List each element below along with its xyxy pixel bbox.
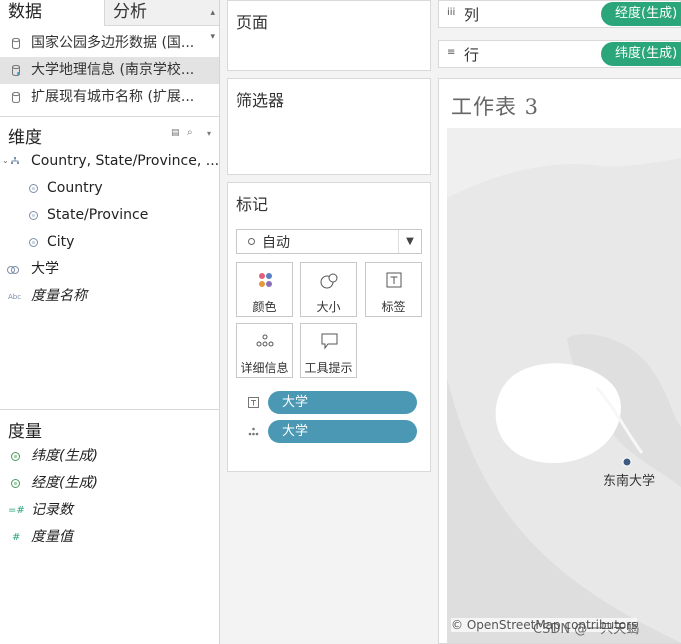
linked-globe-icon [7, 266, 19, 274]
label-label: 标签 [381, 300, 406, 314]
columns-icon: iii [447, 7, 456, 18]
field-label: 度量名称 [31, 288, 87, 304]
text-label-icon [248, 397, 259, 408]
detail-button[interactable]: 详细信息 [236, 323, 293, 378]
size-label: 大小 [316, 300, 341, 314]
tooltip-label: 工具提示 [304, 361, 353, 375]
datasource-item[interactable]: 扩展现有城市名称 (扩展... [0, 84, 219, 111]
tab-data-label: 数据 [8, 2, 42, 22]
mark-type-select[interactable]: 自动 ▼ [236, 229, 422, 254]
database-icon [12, 92, 20, 103]
collapse-icon[interactable]: ⌄ [2, 147, 9, 174]
columns-label: 列 [464, 6, 480, 24]
chevron-down-icon[interactable]: ▼ [398, 230, 421, 253]
pill-label: 纬度(生成) [615, 46, 678, 61]
circle-icon [248, 238, 255, 245]
tooltip-icon [321, 333, 338, 350]
tab-analysis[interactable]: 分析 ▴ ▾ [104, 0, 219, 42]
marks-title: 标记 [236, 195, 269, 214]
hierarchy-label: Country, State/Province, ... [31, 153, 220, 169]
marks-card: 标记 自动 ▼ 颜色 大小 标签 详细信息 工具提示 大学 大学 [227, 182, 431, 472]
watermark: CSDN @一只天蝎 [533, 622, 640, 637]
field-label: City [47, 234, 75, 250]
rows-shelf[interactable]: ≡ 行 纬度(生成) [438, 40, 681, 68]
field-label: 经度(生成) [31, 475, 98, 491]
divider [0, 116, 219, 117]
datasource-item-selected[interactable]: 大学地理信息 (南京学校... [0, 57, 219, 84]
field-label: Country [47, 180, 103, 196]
rows-label: 行 [464, 46, 480, 64]
globe-icon [29, 238, 38, 247]
datasource-label: 国家公园多边形数据 (国... [31, 35, 195, 51]
globe-icon [29, 211, 38, 220]
tooltip-button[interactable]: 工具提示 [300, 323, 357, 378]
pill-label: 大学 [282, 395, 309, 410]
map-point-mark[interactable] [622, 457, 632, 467]
marks-pill-label[interactable]: 大学 [268, 391, 417, 414]
tab-data[interactable]: 数据 [0, 0, 104, 26]
filters-card[interactable]: 筛选器 [227, 78, 431, 175]
detail-icon [256, 334, 274, 347]
detail-icon [248, 427, 259, 436]
map-canvas [447, 128, 681, 643]
color-icon [259, 273, 272, 287]
database-link-icon [12, 65, 20, 76]
pill-label: 大学 [282, 424, 309, 439]
worksheet: 工作表 3 东南大学 © OpenStreetMap contributors … [438, 78, 681, 644]
mark-type-value: 自动 [262, 235, 290, 251]
point-marks [622, 457, 632, 467]
text-label-icon [386, 272, 402, 288]
menu-arrow-icon[interactable]: ▾ [207, 129, 211, 138]
divider [0, 409, 219, 410]
filters-title: 筛选器 [236, 91, 285, 110]
pill-label: 经度(生成) [615, 6, 678, 21]
tab-analysis-label: 分析 [113, 2, 147, 22]
datasource-label: 扩展现有城市名称 (扩展... [31, 89, 195, 105]
field-label: 记录数 [31, 502, 73, 518]
map-view[interactable]: 东南大学 © OpenStreetMap contributors CSDN @… [447, 128, 681, 643]
color-label: 颜色 [252, 300, 277, 314]
globe-icon [11, 452, 20, 461]
point-label: 东南大学 [603, 474, 656, 489]
marks-pill-detail[interactable]: 大学 [268, 420, 417, 443]
rows-icon: ≡ [447, 47, 456, 58]
field-label: 纬度(生成) [31, 448, 98, 464]
detail-label: 详细信息 [240, 361, 289, 375]
list-view-icon[interactable]: ▤ [171, 128, 180, 138]
size-icon [320, 273, 338, 289]
pages-title: 页面 [236, 13, 269, 32]
globe-icon [29, 184, 38, 193]
sheet-title[interactable]: 工作表 3 [451, 91, 539, 121]
size-button[interactable]: 大小 [300, 262, 357, 317]
dimensions-header: 维度 [8, 128, 42, 148]
datasource-label: 大学地理信息 (南京学校... [31, 62, 195, 78]
number-calc-icon: =# [8, 505, 25, 516]
abc-icon: Abc [8, 293, 22, 301]
data-pane: 数据 分析 ▴ ▾ 国家公园多边形数据 (国... 大学地理信息 (南京学校...… [0, 0, 220, 644]
search-icon[interactable]: ⌕ [187, 127, 193, 138]
pages-card[interactable]: 页面 [227, 0, 431, 71]
datasource-item[interactable]: 国家公园多边形数据 (国... [0, 30, 219, 57]
rows-pill[interactable]: 纬度(生成) [601, 42, 681, 66]
columns-pill[interactable]: 经度(生成) [601, 2, 681, 26]
color-button[interactable]: 颜色 [236, 262, 293, 317]
pane-tabs: 数据 分析 ▴ ▾ [0, 0, 219, 42]
field-label: 度量值 [31, 529, 73, 545]
hierarchy-icon [11, 157, 19, 164]
field-label: State/Province [47, 207, 149, 223]
number-icon: # [12, 532, 21, 543]
columns-shelf[interactable]: iii 列 经度(生成) [438, 0, 681, 28]
label-button[interactable]: 标签 [365, 262, 422, 317]
measures-header: 度量 [8, 422, 42, 442]
database-icon [12, 38, 20, 49]
globe-icon [11, 479, 20, 488]
field-label: 大学 [31, 261, 59, 277]
